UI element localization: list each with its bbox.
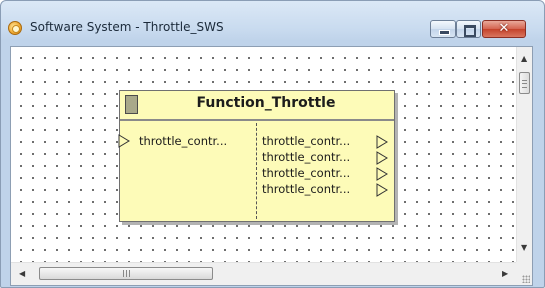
horizontal-scrollbar[interactable]: ◀ ▶ (11, 262, 516, 285)
output-port-label[interactable]: throttle_contr... (262, 167, 350, 179)
port-divider (256, 123, 257, 219)
vertical-scrollbar[interactable]: ▲ ▼ (516, 47, 532, 262)
maximize-button[interactable] (456, 20, 481, 38)
function-block-header[interactable]: Function_Throttle (120, 91, 394, 121)
size-grip[interactable] (516, 262, 532, 285)
horizontal-scroll-thumb[interactable] (39, 267, 213, 280)
output-port-label[interactable]: throttle_contr... (262, 151, 350, 163)
title-bar[interactable]: Software System - Throttle_SWS ✕ (1, 1, 544, 41)
close-icon: ✕ (498, 21, 510, 36)
scroll-down-arrow-icon[interactable]: ▼ (521, 244, 527, 252)
resize-grip-icon (522, 275, 530, 283)
scroll-grip-icon (123, 270, 130, 277)
diagram-canvas[interactable]: Function_Throttle throttle_contr... thro… (11, 47, 516, 262)
output-port-icon[interactable] (376, 135, 388, 149)
scroll-up-arrow-icon[interactable]: ▲ (521, 55, 527, 63)
output-port-icon[interactable] (376, 167, 388, 181)
diagram-area: Function_Throttle throttle_contr... thro… (10, 46, 533, 286)
function-block[interactable]: Function_Throttle throttle_contr... thro… (118, 90, 395, 222)
output-port-icon[interactable] (376, 151, 388, 165)
window-title: Software System - Throttle_SWS (30, 20, 224, 34)
minimize-icon (439, 30, 450, 35)
scroll-left-arrow-icon[interactable]: ◀ (19, 270, 25, 278)
maximize-icon (464, 25, 476, 37)
scroll-right-arrow-icon[interactable]: ▶ (502, 270, 508, 278)
application-window: Software System - Throttle_SWS ✕ Functio… (0, 0, 545, 288)
minimize-button[interactable] (430, 20, 456, 38)
output-port-label[interactable]: throttle_contr... (262, 135, 350, 147)
input-port-label[interactable]: throttle_contr... (139, 135, 227, 147)
input-port-icon[interactable] (118, 134, 130, 148)
vertical-scroll-thumb[interactable] (519, 72, 530, 94)
close-button[interactable]: ✕ (482, 20, 526, 38)
output-port-label[interactable]: throttle_contr... (262, 183, 350, 195)
output-port-icon[interactable] (376, 183, 388, 197)
app-icon (8, 21, 22, 35)
function-block-title: Function_Throttle (196, 95, 336, 111)
